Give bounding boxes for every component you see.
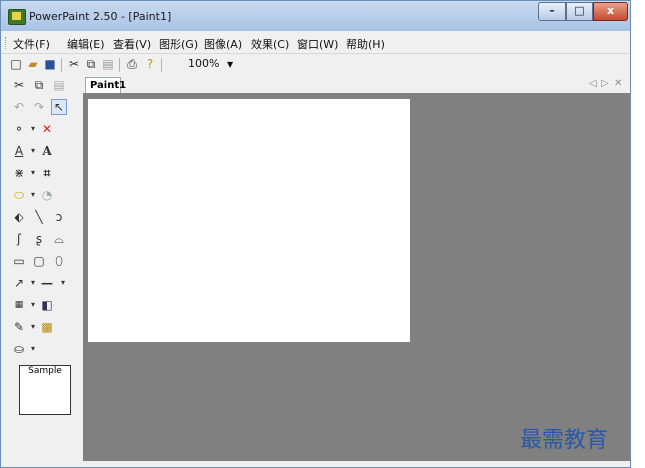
zoom-select[interactable]: 100% ▼: [188, 57, 233, 70]
canvas-workspace: [83, 93, 630, 461]
menu-shape[interactable]: 图形(G): [159, 36, 198, 52]
toolbar-separator: [119, 58, 120, 72]
polyline-icon[interactable]: ʃ: [11, 231, 27, 247]
ellipse-icon[interactable]: ⬯: [51, 253, 67, 269]
menu-view[interactable]: 查看(V): [113, 36, 151, 52]
pattern-fill-icon[interactable]: ▩: [39, 319, 55, 335]
open-folder-icon[interactable]: ▰: [26, 57, 40, 71]
line-style-icon[interactable]: —: [39, 275, 55, 291]
zoom-value: 100%: [188, 57, 220, 70]
polygon-icon[interactable]: ⌓: [51, 231, 67, 247]
chevron-down-icon[interactable]: ▾: [25, 341, 41, 357]
fill-drop-icon[interactable]: ⬖: [11, 209, 27, 225]
tab-close-icon[interactable]: ✕: [614, 78, 622, 89]
paste-icon[interactable]: ▤: [101, 57, 115, 71]
new-file-icon[interactable]: □: [9, 57, 23, 71]
chevron-down-icon[interactable]: ▾: [55, 275, 71, 291]
print-icon[interactable]: ⎙: [125, 57, 139, 71]
save-icon[interactable]: ■: [43, 57, 57, 71]
menu-grip[interactable]: [5, 37, 9, 49]
rounded-rectangle-icon[interactable]: ▢: [31, 253, 47, 269]
rectangle-icon[interactable]: ▭: [11, 253, 27, 269]
close-button[interactable]: x: [593, 2, 628, 21]
main-toolbar: □ ▰ ■ ✂ ⧉ ▤ ⎙ ? 100% ▼: [1, 53, 630, 76]
menu-file[interactable]: 文件(F): [13, 36, 50, 52]
tab-prev-icon[interactable]: ◁: [589, 78, 597, 89]
cut-tool-icon[interactable]: ✂: [11, 77, 27, 93]
menu-bar: 文件(F) 编辑(E) 查看(V) 图形(G) 图像(A) 效果(C) 窗口(W…: [1, 32, 630, 53]
chevron-down-icon: ▼: [226, 60, 234, 69]
sample-label: Sample: [28, 366, 62, 376]
rotate-icon[interactable]: ◔: [39, 187, 55, 203]
toolbar-separator: [161, 58, 162, 72]
line-tool-icon[interactable]: ╲: [31, 209, 47, 225]
select-pointer-icon[interactable]: ↖: [51, 99, 67, 115]
copy-icon[interactable]: ⧉: [84, 57, 98, 71]
toolbar-separator: [61, 58, 62, 72]
text-tool-icon[interactable]: A: [39, 143, 55, 159]
tab-paint1[interactable]: Paint1: [85, 77, 126, 93]
document-tab-bar: Paint1 ◁ ▷ ✕: [83, 77, 630, 93]
menu-edit[interactable]: 编辑(E): [67, 36, 105, 52]
copy-tool-icon[interactable]: ⧉: [31, 77, 47, 93]
tool-panel: ✂ ⧉ ▤ ↶ ↷ ↖ ⚬ ▾ ✕ A ▾ A ⋇ ▾ ⌗ ⬭ ▾ ◔ ⬖ ╲ …: [5, 77, 81, 457]
minimize-button[interactable]: –: [538, 2, 566, 21]
menu-effects[interactable]: 效果(C): [251, 36, 289, 52]
app-logo-icon: [8, 9, 26, 25]
redo-icon[interactable]: ↷: [31, 99, 47, 115]
undo-icon[interactable]: ↶: [11, 99, 27, 115]
title-bar[interactable]: PowerPaint 2.50 - [Paint1] – □ x: [1, 1, 630, 31]
paste-tool-icon[interactable]: ▤: [51, 77, 67, 93]
cut-icon[interactable]: ✂: [67, 57, 81, 71]
curve-tool-icon[interactable]: ↄ: [51, 209, 67, 225]
maximize-icon: □: [574, 4, 585, 17]
paint-canvas[interactable]: [88, 99, 410, 342]
crop-icon[interactable]: ⌗: [39, 165, 55, 181]
freehand-icon[interactable]: ʂ: [31, 231, 47, 247]
maximize-button[interactable]: □: [566, 2, 593, 21]
sample-preview: Sample: [19, 365, 71, 415]
gradient-icon[interactable]: ◧: [39, 297, 55, 313]
menu-window[interactable]: 窗口(W): [297, 36, 338, 52]
minimize-icon: –: [549, 4, 555, 17]
menu-help[interactable]: 帮助(H): [346, 36, 385, 52]
help-icon[interactable]: ?: [143, 57, 157, 71]
menu-image[interactable]: 图像(A): [204, 36, 242, 52]
watermark-text: 最需教育: [520, 428, 609, 453]
tab-next-icon[interactable]: ▷: [601, 78, 609, 89]
close-icon: x: [606, 4, 615, 17]
delete-icon[interactable]: ✕: [39, 121, 55, 137]
window-title: PowerPaint 2.50 - [Paint1]: [29, 10, 172, 23]
app-window: PowerPaint 2.50 - [Paint1] – □ x 文件(F) 编…: [0, 0, 631, 468]
